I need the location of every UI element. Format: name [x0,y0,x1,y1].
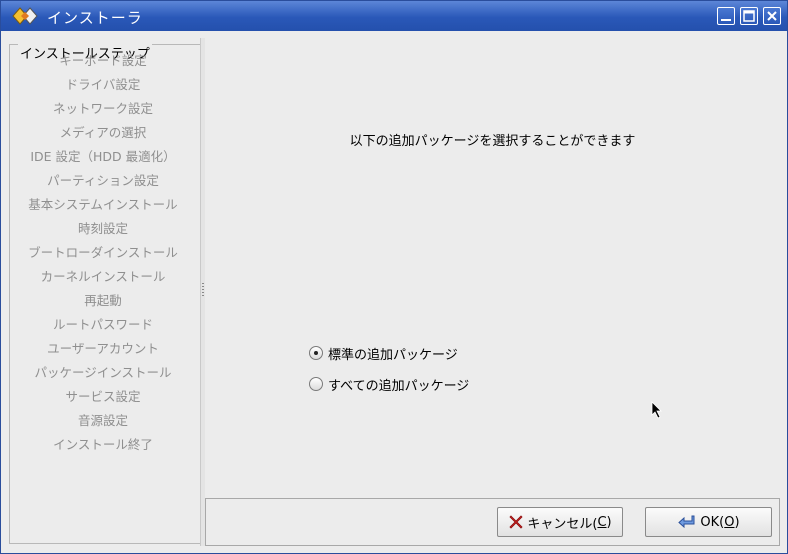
step-services: サービス設定 [65,389,141,404]
cancel-label-suffix: ) [606,514,612,530]
package-select-heading: 以下の追加パッケージを選択することができます [349,134,636,149]
cancel-mnemonic: C [597,514,607,530]
option-standard-label: 標準の追加パッケージ [328,347,458,363]
red-x-icon [509,515,523,529]
ok-button[interactable]: OK(O) [645,507,772,537]
app-icon [12,7,38,25]
ok-label-suffix: ) [734,514,740,530]
radio-standard-packages[interactable] [309,346,323,360]
button-bar: キャンセル(C) OK(O) [205,498,780,546]
window-title: インストーラ [47,9,143,27]
ok-label: OK( [700,514,725,530]
main-content: 以下の追加パッケージを選択することができます 標準の追加パッケージ すべての追加… [206,38,779,498]
step-time: 時刻設定 [77,221,128,236]
pane-splitter[interactable] [200,38,205,546]
option-standard-packages[interactable]: 標準の追加パッケージ [309,344,458,363]
step-partition: パーティション設定 [47,173,159,188]
radio-all-packages[interactable] [309,377,323,391]
title-bar[interactable]: インストーラ [1,1,787,31]
step-bootloader: ブートローダインストール [28,245,178,260]
step-media: メディアの選択 [59,125,147,140]
option-all-packages[interactable]: すべての追加パッケージ [309,375,470,394]
maximize-icon [743,10,755,22]
steps-list: キーボード設定 ドライバ設定 ネットワーク設定 メディアの選択 IDE 設定（H… [6,49,200,457]
minimize-icon [721,19,731,21]
splitter-grip-icon [202,283,204,297]
step-reboot: 再起動 [84,293,122,308]
close-icon [767,11,777,21]
install-steps-panel: インストールステップ キーボード設定 ドライバ設定 ネットワーク設定 メディアの… [6,38,201,546]
step-ide: IDE 設定（HDD 最適化） [30,149,176,164]
mouse-pointer-icon [651,401,662,419]
step-sound: 音源設定 [77,413,128,428]
step-driver: ドライバ設定 [65,77,141,92]
cancel-label: キャンセル( [527,516,598,532]
step-network: ネットワーク設定 [52,101,153,116]
minimize-button[interactable] [717,7,735,25]
step-finish: インストール終了 [53,437,153,452]
cancel-button[interactable]: キャンセル(C) [497,507,623,537]
step-base-system: 基本システムインストール [28,197,178,212]
step-root-password: ルートパスワード [52,317,153,332]
step-package-install: パッケージインストール [34,365,172,380]
enter-arrow-icon [678,515,695,529]
step-kernel: カーネルインストール [40,269,166,284]
installer-window: インストーラ インストールステップ キーボード設定 ドライバ設定 ネットワーク設… [0,0,788,554]
option-all-label: すべての追加パッケージ [328,378,470,394]
ok-mnemonic: O [724,514,735,530]
close-button[interactable] [763,7,781,25]
maximize-button[interactable] [740,7,758,25]
step-keyboard: キーボード設定 [59,53,147,68]
step-user-account: ユーザーアカウント [47,341,159,356]
